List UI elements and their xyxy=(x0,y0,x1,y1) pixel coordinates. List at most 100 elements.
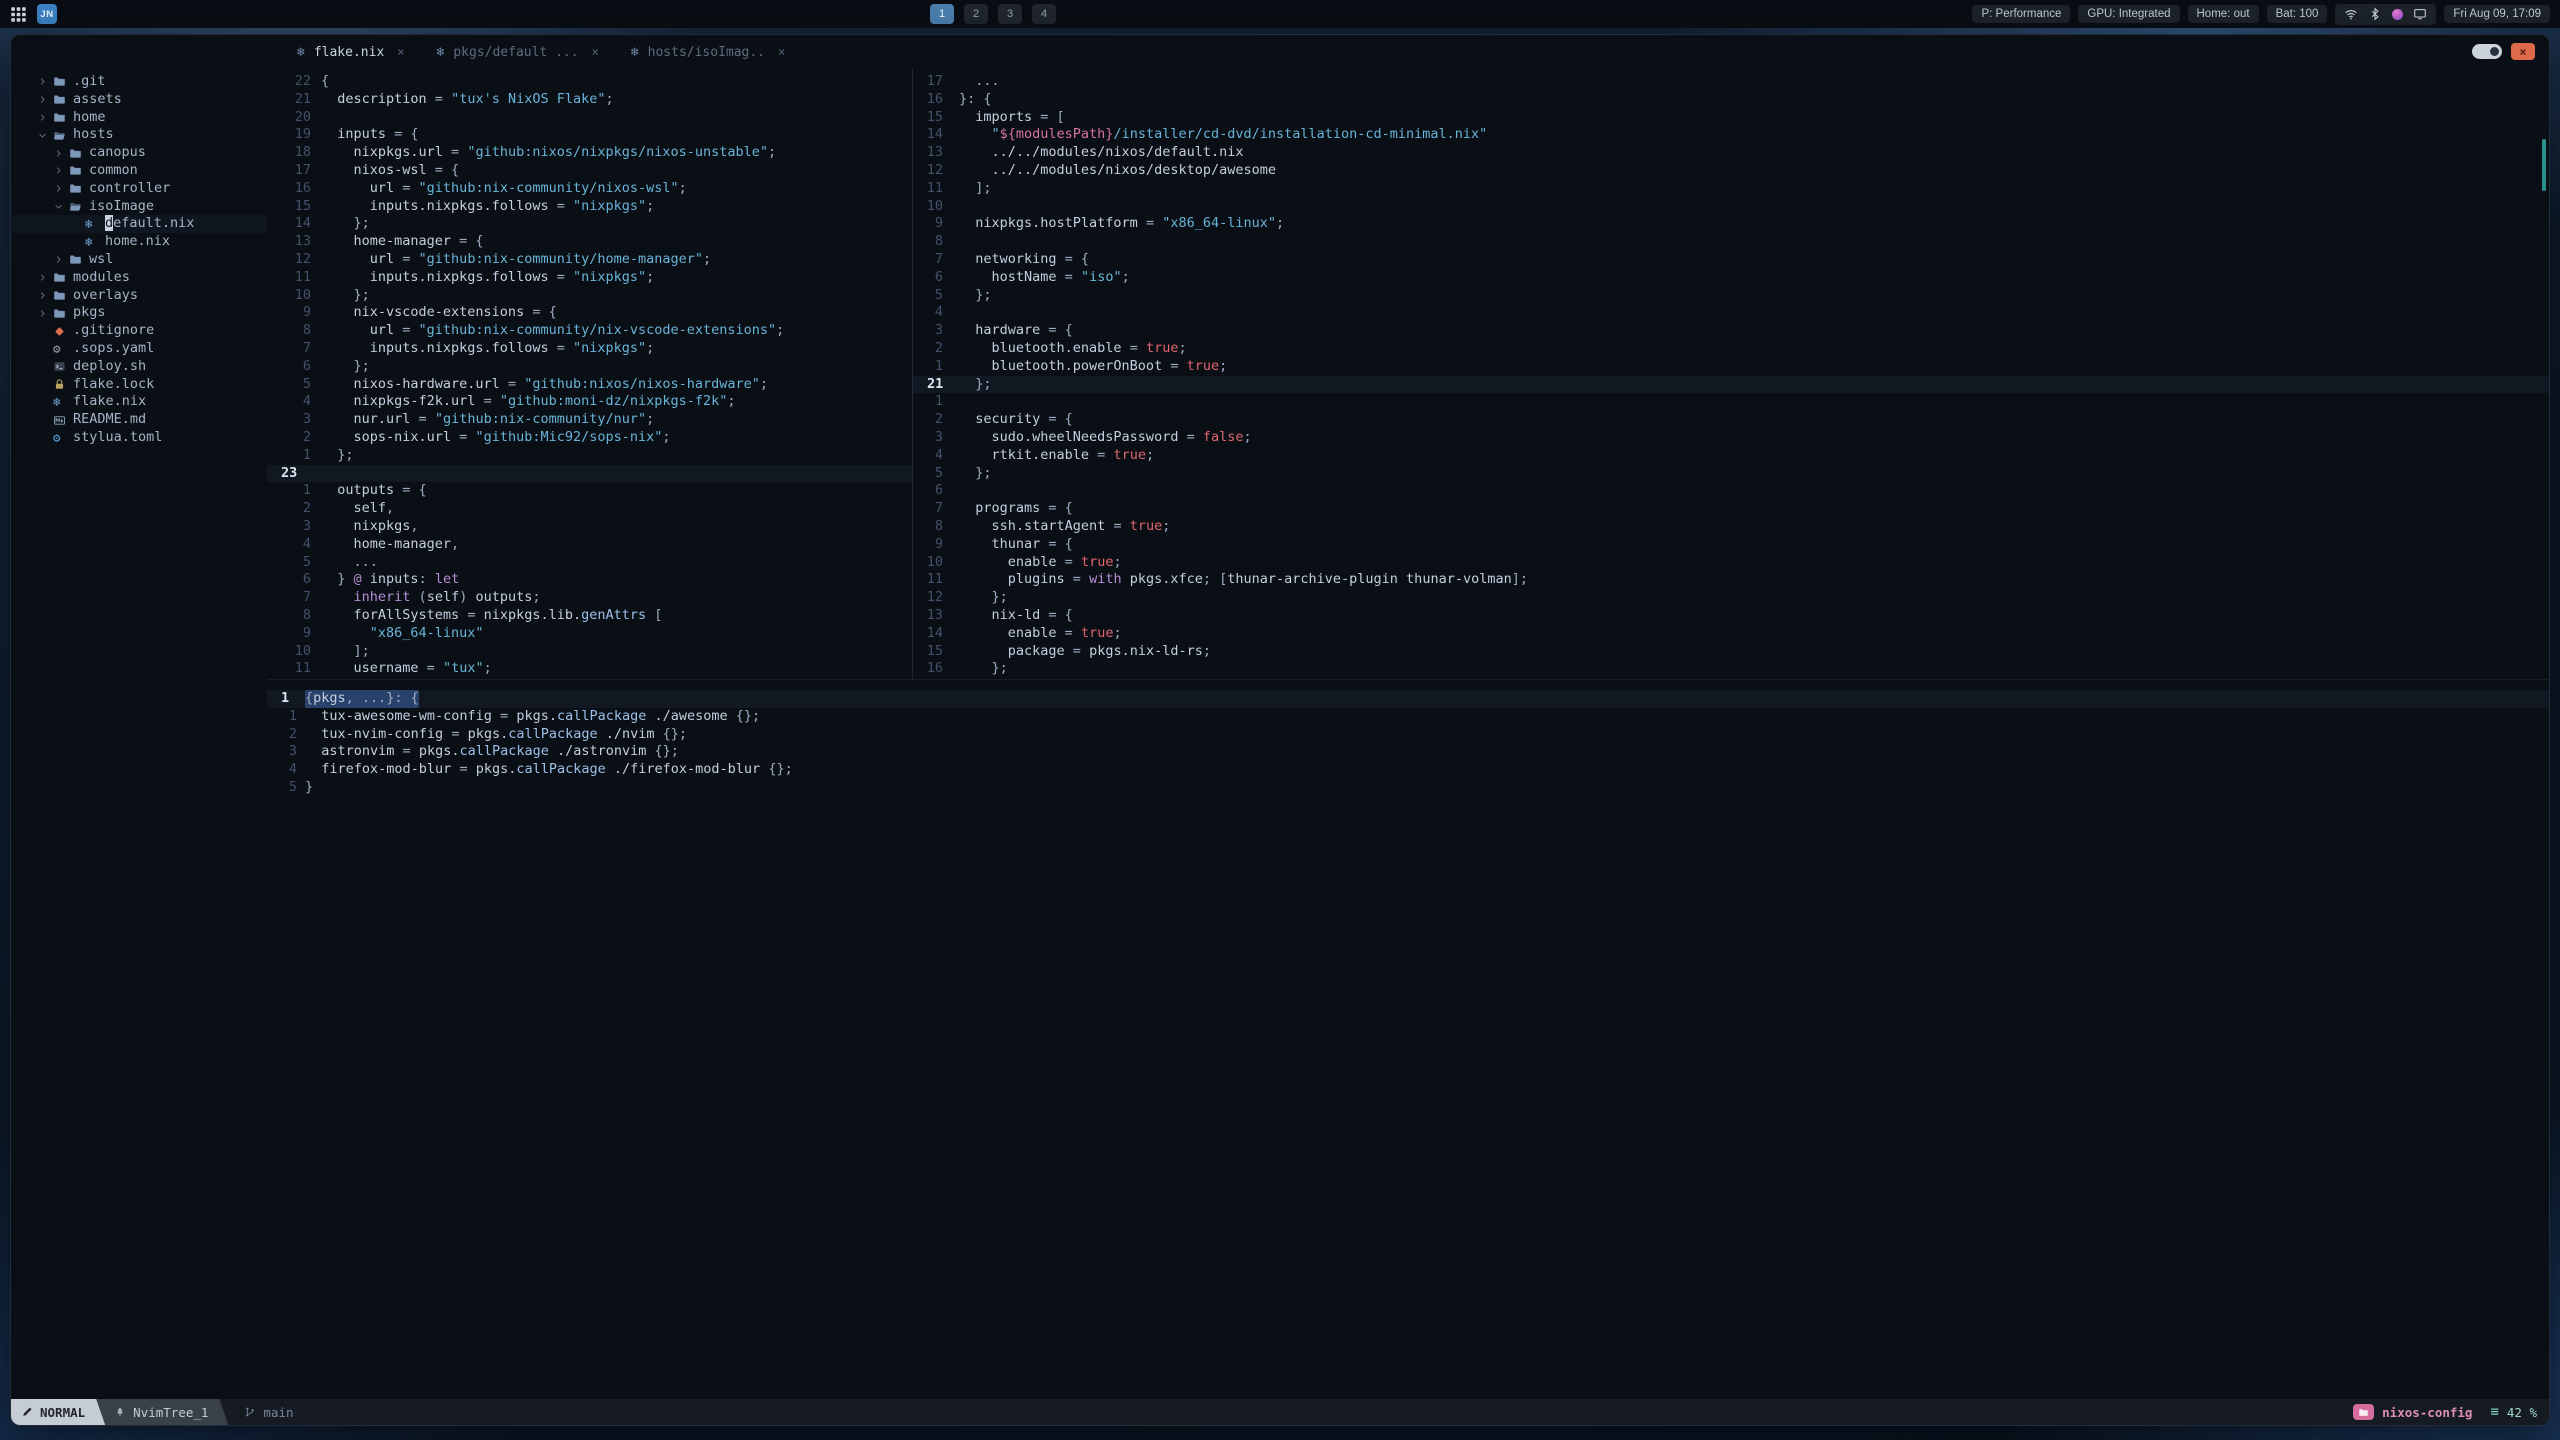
folder-icon xyxy=(53,93,71,106)
code-token: pkgs. xyxy=(475,761,517,778)
line-number: 1 xyxy=(934,393,943,410)
tree-item-stylua-toml[interactable]: ⚙ stylua.toml xyxy=(11,429,267,447)
code-line: 3 astronvim = pkgs.callPackage ./astronv… xyxy=(267,743,2549,761)
code-token: = { xyxy=(1048,535,1073,552)
wifi-icon[interactable] xyxy=(2344,7,2358,21)
editor-pane-flake[interactable]: 22{21 description = "tux's NixOS Flake";… xyxy=(267,69,912,679)
code-token: security xyxy=(959,411,1049,428)
scrollbar-thumb[interactable] xyxy=(2542,139,2546,191)
git-icon xyxy=(53,325,71,338)
tree-item-overlays[interactable]: overlays xyxy=(11,287,267,305)
nix-snowflake-icon: ❄ xyxy=(85,216,93,232)
tree-item-assets[interactable]: assets xyxy=(11,91,267,109)
code-token: home-manager xyxy=(321,233,460,250)
tab-close-icon[interactable]: × xyxy=(397,45,404,59)
tree-item-label: default.nix xyxy=(105,215,195,232)
statusline-spacer xyxy=(294,1399,2354,1425)
tab-flake-nix[interactable]: ❄ flake.nix × xyxy=(281,35,421,69)
tree-item--git[interactable]: .git xyxy=(11,73,267,91)
tab-close-icon[interactable]: × xyxy=(778,45,785,59)
code-token: callPackage xyxy=(508,725,598,742)
workspace-button-3[interactable]: 3 xyxy=(998,4,1022,24)
tree-item-modules[interactable]: modules xyxy=(11,269,267,287)
tree-item-readme-md[interactable]: README.md xyxy=(11,411,267,429)
tree-item-pkgs[interactable]: pkgs xyxy=(11,304,267,322)
tree-item-controller[interactable]: controller xyxy=(11,180,267,198)
tree-item--sops-yaml[interactable]: ⚙ .sops.yaml xyxy=(11,340,267,358)
code-token: ../../modules/nixos/default.nix xyxy=(959,144,1244,161)
workspace-button-1[interactable]: 1 xyxy=(930,4,954,24)
code-token: = xyxy=(402,322,419,339)
bluetooth-icon[interactable] xyxy=(2368,7,2382,21)
top-splits: 22{21 description = "tux's NixOS Flake";… xyxy=(267,69,2549,679)
tree-item-canopus[interactable]: canopus xyxy=(11,144,267,162)
code-token: "tux" xyxy=(442,660,484,677)
line-number: 5 xyxy=(934,286,943,303)
code-token: ; xyxy=(646,197,655,214)
tree-item-home-nix[interactable]: ❄ home.nix xyxy=(11,233,267,251)
code-text: enable = true; xyxy=(959,554,1122,572)
line-number: 1 xyxy=(302,446,311,463)
code-line: 13 nix-ld = { xyxy=(913,607,2549,625)
code-token: ; xyxy=(727,393,736,410)
tree-item--gitignore[interactable]: .gitignore xyxy=(11,322,267,340)
code-line: 9 nixpkgs.hostPlatform = "x86_64-linux"; xyxy=(913,215,2549,233)
tree-item-common[interactable]: common xyxy=(11,162,267,180)
tab-pkgs-default-[interactable]: ❄ pkgs/default ... × xyxy=(421,35,615,69)
code-token: thunar xyxy=(959,535,1049,552)
toggle-icon[interactable] xyxy=(2472,44,2502,59)
tree-item-default-nix[interactable]: ❄ default.nix xyxy=(11,215,267,234)
code-text: {pkgs, ...}: { xyxy=(305,690,419,708)
tree-item-home[interactable]: home xyxy=(11,109,267,127)
line-number: 14 xyxy=(926,624,943,641)
window-body: .git assets home hosts canopus common controll… xyxy=(11,69,2549,1399)
code-token: ; xyxy=(1219,357,1228,374)
line-number: 10 xyxy=(926,553,943,570)
editor-pane-pkgs[interactable]: 1 {pkgs, ...}: {1 tux-awesome-wm-config =… xyxy=(267,679,2549,1399)
workspace-button-4[interactable]: 4 xyxy=(1032,4,1056,24)
gear-icon: ⚙ xyxy=(53,340,61,356)
editor-pane-iso[interactable]: 17 ... 16}: {15 imports = [14 "${modulesP… xyxy=(912,69,2549,679)
tree-item-hosts[interactable]: hosts xyxy=(11,126,267,144)
line-number: 17 xyxy=(294,161,311,178)
code-text: nixpkgs.url = "github:nixos/nixpkgs/nixo… xyxy=(321,144,777,162)
logo-badge[interactable]: JN xyxy=(37,4,57,24)
tree-item-deploy-sh[interactable]: deploy.sh xyxy=(11,358,267,376)
code-token: "github:nix-community/home-manager" xyxy=(418,250,704,267)
code-text: { xyxy=(321,73,329,91)
code-token: {}; xyxy=(735,707,761,724)
arrow-spacer xyxy=(37,361,53,373)
workspace-button-2[interactable]: 2 xyxy=(964,4,988,24)
code-token: "github:moni-dz/nixpkgs-f2k" xyxy=(499,393,728,410)
tab-hosts-isoimag-[interactable]: ❄ hosts/isoImag.. × xyxy=(615,35,801,69)
display-icon[interactable] xyxy=(2413,7,2427,21)
code-line: 16 url = "github:nix-community/nixos-wsl… xyxy=(267,180,912,198)
code-token: ; xyxy=(1276,215,1285,232)
tree-item-wsl[interactable]: wsl xyxy=(11,251,267,269)
window-close-button[interactable]: × xyxy=(2511,43,2535,60)
status-pill-3: Bat: 100 xyxy=(2266,5,2328,23)
code-token: } xyxy=(321,571,354,588)
arrow-spacer xyxy=(69,218,85,230)
line-number: 23 xyxy=(281,464,298,481)
line-number: 1 xyxy=(281,690,290,706)
code-token: programs xyxy=(959,500,1049,517)
code-token: = xyxy=(483,393,500,410)
code-line: 8 xyxy=(913,233,2549,251)
tree-item-isoimage[interactable]: isoImage xyxy=(11,198,267,216)
code-line: 7 inputs.nixpkgs.follows = "nixpkgs"; xyxy=(267,340,912,358)
code-line: 10 xyxy=(913,198,2549,216)
code-line: 15 inputs.nixpkgs.follows = "nixpkgs"; xyxy=(267,198,912,216)
code-text: inputs = { xyxy=(321,126,418,144)
tree-item-flake-nix[interactable]: ❄ flake.nix xyxy=(11,393,267,411)
code-line: 2 sops-nix.url = "github:Mic92/sops-nix"… xyxy=(267,429,912,447)
tab-close-icon[interactable]: × xyxy=(592,45,599,59)
code-token: = [ xyxy=(1040,108,1065,125)
code-token: "x86_64-linux" xyxy=(1162,215,1276,232)
line-number: 6 xyxy=(302,571,311,588)
tree-item-flake-lock[interactable]: flake.lock xyxy=(11,376,267,394)
app-grid-icon[interactable] xyxy=(10,6,27,23)
code-token: tux-nvim-config xyxy=(305,725,452,742)
line-number: 10 xyxy=(926,197,943,214)
accent-dot-icon[interactable] xyxy=(2392,8,2404,20)
